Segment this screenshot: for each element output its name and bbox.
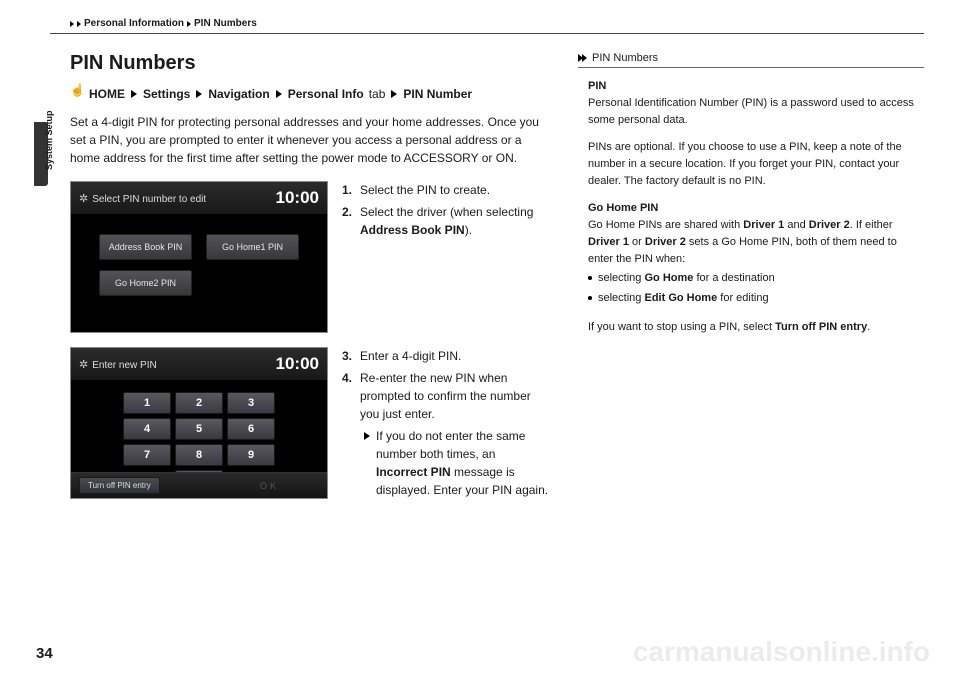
turn-off-pin-button[interactable]: Turn off PIN entry [79, 477, 160, 494]
triangle-icon [391, 90, 397, 98]
screen1-title: Select PIN number to edit [92, 194, 206, 205]
key-7[interactable]: 7 [123, 444, 171, 466]
key-1[interactable]: 1 [123, 392, 171, 414]
sidebar-body: PIN Personal Identification Number (PIN)… [578, 72, 924, 336]
triangle-icon [276, 90, 282, 98]
sidebar-p3: Go Home PINs are shared with Driver 1 an… [588, 219, 897, 265]
nav-pin: PIN Number [403, 87, 472, 101]
sidebar-h1: PIN [588, 80, 606, 92]
key-3[interactable]: 3 [227, 392, 275, 414]
intro-text: Set a 4-digit PIN for protecting persona… [70, 113, 550, 167]
triangle-icon [196, 90, 202, 98]
step2: Select the driver (when selecting Addres… [360, 203, 550, 239]
steps-list-2: 3.Enter a 4-digit PIN. 4. Re-enter the n… [342, 347, 550, 503]
key-4[interactable]: 4 [123, 418, 171, 440]
page-number: 34 [36, 645, 53, 662]
triangle-icon [77, 21, 81, 27]
nav-personalinfo: Personal Info [288, 87, 364, 101]
sidebar-title: PIN Numbers [592, 52, 658, 64]
go-home1-pin-button[interactable]: Go Home1 PIN [206, 234, 299, 260]
sidebar-p2: PINs are optional. If you choose to use … [588, 139, 920, 190]
go-home2-pin-button[interactable]: Go Home2 PIN [99, 270, 192, 296]
screen2-time: 10:00 [276, 354, 319, 374]
double-triangle-icon [578, 54, 586, 62]
nav-navigation: Navigation [208, 87, 269, 101]
divider [50, 33, 924, 34]
nav-path: HOME Settings Navigation Personal Info t… [70, 87, 550, 101]
screen2-title: Enter new PIN [92, 360, 156, 371]
gear-icon: ✲ [79, 359, 88, 371]
triangle-icon [70, 21, 74, 27]
triangle-icon [364, 432, 370, 440]
page-title: PIN Numbers [70, 52, 550, 75]
step3: Enter a 4-digit PIN. [360, 347, 461, 365]
key-6[interactable]: 6 [227, 418, 275, 440]
screenshot-1: ✲ Select PIN number to edit 10:00 Address… [70, 181, 328, 333]
bullet-icon [588, 276, 592, 280]
step4-sub: If you do not enter the same number both… [360, 427, 550, 499]
key-2[interactable]: 2 [175, 392, 223, 414]
triangle-icon [131, 90, 137, 98]
bullet-1: selecting Go Home for a destination [588, 270, 920, 287]
gear-icon: ✲ [79, 193, 88, 205]
address-book-pin-button[interactable]: Address Book PIN [99, 234, 192, 260]
sidebar-p1: Personal Identification Number (PIN) is … [588, 97, 914, 126]
hand-icon [70, 87, 84, 101]
watermark: carmanualsonline.info [633, 636, 930, 668]
sidebar-h2: Go Home PIN [588, 202, 658, 214]
key-9[interactable]: 9 [227, 444, 275, 466]
bullet-2: selecting Edit Go Home for editing [588, 290, 920, 307]
screenshot-2: ✲ Enter new PIN 10:00 1 2 3 4 5 6 7 8 [70, 347, 328, 499]
sidebar-p4: If you want to stop using a PIN, select … [588, 319, 920, 336]
triangle-icon [187, 21, 191, 27]
nav-settings: Settings [143, 87, 190, 101]
screen1-time: 10:00 [276, 188, 319, 208]
step1: Select the PIN to create. [360, 181, 490, 199]
step4: Re-enter the new PIN when prompted to co… [360, 369, 550, 499]
breadcrumb: Personal Information PIN Numbers [70, 18, 924, 29]
key-8[interactable]: 8 [175, 444, 223, 466]
sidebar-header: PIN Numbers [578, 52, 924, 68]
bullet-icon [588, 296, 592, 300]
steps-list-1: 1.Select the PIN to create. 2.Select the… [342, 181, 550, 333]
nav-tab: tab [369, 87, 386, 101]
breadcrumb-b: PIN Numbers [194, 18, 257, 29]
breadcrumb-a: Personal Information [84, 18, 184, 29]
ok-button[interactable]: OK [260, 481, 319, 491]
side-label: System Setup [44, 40, 54, 100]
key-5[interactable]: 5 [175, 418, 223, 440]
nav-home: HOME [89, 87, 125, 101]
